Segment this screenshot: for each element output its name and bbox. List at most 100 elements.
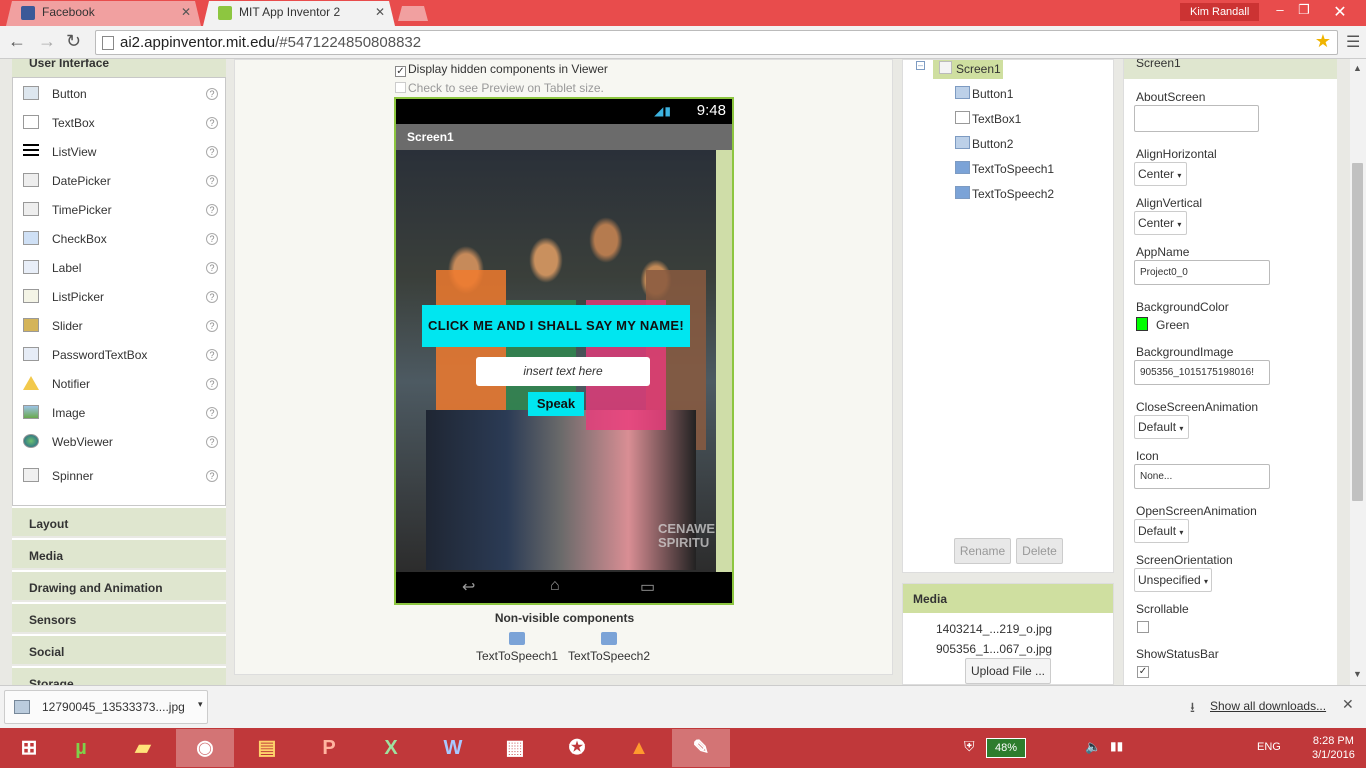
palette-item-listpicker[interactable]: ListPicker? [13,282,225,311]
forward-icon[interactable]: → [38,31,56,52]
address-bar[interactable]: ai2.appinventor.mit.edu/#547122485080883… [95,30,1338,55]
scroll-down-icon[interactable]: ▼ [1353,669,1362,679]
palette-item-passwordtextbox[interactable]: PasswordTextBox? [13,340,225,369]
help-icon[interactable]: ? [206,470,218,482]
close-window-icon[interactable]: ✕ [1326,2,1354,22]
language-indicator[interactable]: ENG [1257,741,1281,753]
palette-drawer-social[interactable]: Social [12,634,226,664]
help-icon[interactable]: ? [206,378,218,390]
network-icon[interactable]: ▮▮ [1110,739,1123,753]
help-icon[interactable]: ? [206,146,218,158]
maximize-icon[interactable]: ❐ [1290,2,1318,18]
help-icon[interactable]: ? [206,262,218,274]
help-icon[interactable]: ? [206,204,218,216]
file-explorer-icon[interactable]: ▤ [238,729,296,767]
close-icon[interactable]: ✕ [181,5,191,19]
nonvisible-item[interactable]: TextToSpeech1 [472,632,562,663]
paint-icon[interactable]: ✎ [672,729,730,767]
back-icon[interactable]: ← [8,31,26,52]
palette-item-timepicker[interactable]: TimePicker? [13,195,225,224]
utorrent-icon[interactable]: µ [52,729,110,767]
appname-field[interactable]: Project0_0 [1134,260,1270,285]
new-tab-button[interactable] [398,6,428,21]
screen-orientation-dropdown[interactable]: Unspecified ▾ [1134,568,1212,592]
menu-icon[interactable]: ☰ [1346,32,1360,52]
counter-strike-icon[interactable]: ✪ [548,729,606,767]
palette-item-image[interactable]: Image? [13,398,225,427]
volume-icon[interactable]: 🔈 [1085,739,1101,755]
align-horizontal-dropdown[interactable]: Center ▾ [1134,162,1187,186]
help-icon[interactable]: ? [206,117,218,129]
vlc-icon[interactable]: ▲ [610,729,668,767]
chrome-icon[interactable]: ◉ [176,729,234,767]
palette-drawer-storage[interactable]: Storage [12,666,226,685]
align-vertical-dropdown[interactable]: Center ▾ [1134,211,1187,235]
background-image-field[interactable]: 905356_1015175198016! [1134,360,1270,385]
reload-icon[interactable]: ↻ [66,31,81,52]
rename-button[interactable]: Rename [954,538,1011,564]
shield-icon[interactable]: ⛨ [964,738,975,755]
palette-drawer-drawing[interactable]: Drawing and Animation [12,570,226,600]
screen-canvas[interactable]: CENAWE SPIRITU CLICK ME AND I SHALL SAY … [396,150,732,572]
palette-item-slider[interactable]: Slider? [13,311,225,340]
tablet-preview-checkbox[interactable]: Check to see Preview on Tablet size. [395,81,604,95]
color-swatch[interactable] [1136,317,1148,331]
media-file[interactable]: 1403214_...219_o.jpg [936,622,1052,636]
close-icon[interactable]: ✕ [1342,696,1354,713]
windows-start-icon[interactable]: ⊞ [0,729,58,767]
palette-item-webviewer[interactable]: WebViewer? [13,427,225,456]
close-animation-dropdown[interactable]: Default ▾ [1134,415,1189,439]
nonvisible-item[interactable]: TextToSpeech2 [564,632,654,663]
collapse-icon[interactable]: – [916,61,925,70]
page-scrollbar[interactable]: ▲ ▼ [1350,59,1366,685]
tab-app-inventor[interactable]: MIT App Inventor 2 ✕ [203,1,395,26]
battery-indicator[interactable]: 48% [986,738,1026,758]
sticky-notes-icon[interactable]: ▰ [114,729,172,767]
close-icon[interactable]: ✕ [375,5,385,19]
word-icon[interactable]: W [424,729,482,767]
show-hidden-checkbox[interactable]: ✓ Display hidden components in Viewer [395,62,608,77]
scrollable-checkbox[interactable] [1137,621,1149,633]
palette-item-button[interactable]: Button? [13,79,225,108]
palette-drawer-media[interactable]: Media [12,538,226,568]
media-file[interactable]: 905356_1...067_o.jpg [936,642,1052,656]
help-icon[interactable]: ? [206,349,218,361]
powerpoint-icon[interactable]: P [300,729,358,767]
palette-item-listview[interactable]: ListView? [13,137,225,166]
calculator-icon[interactable]: ▦ [486,729,544,767]
excel-icon[interactable]: X [362,729,420,767]
upload-file-button[interactable]: Upload File ... [965,658,1051,684]
palette-drawer-user-interface[interactable]: User Interface [12,59,226,77]
button1-preview[interactable]: CLICK ME AND I SHALL SAY MY NAME! [422,305,690,347]
about-screen-field[interactable] [1134,105,1259,132]
scrollbar-thumb[interactable] [1352,163,1363,501]
palette-item-spinner[interactable]: Spinner? [13,461,225,490]
help-icon[interactable]: ? [206,233,218,245]
delete-button[interactable]: Delete [1016,538,1063,564]
tab-facebook[interactable]: Facebook ✕ [6,1,201,26]
show-status-bar-checkbox[interactable]: ✓ [1137,666,1149,678]
show-all-downloads-link[interactable]: Show all downloads... [1210,699,1326,713]
palette-item-notifier[interactable]: Notifier? [13,369,225,398]
help-icon[interactable]: ? [206,436,218,448]
scroll-up-icon[interactable]: ▲ [1353,63,1362,73]
open-animation-dropdown[interactable]: Default ▾ [1134,519,1189,543]
palette-item-checkbox[interactable]: CheckBox? [13,224,225,253]
palette-drawer-sensors[interactable]: Sensors [12,602,226,632]
bookmark-star-icon[interactable]: ★ [1315,31,1331,52]
help-icon[interactable]: ? [206,320,218,332]
textbox1-preview[interactable]: insert text here [476,357,650,386]
bgcolor-value[interactable]: Green [1156,318,1189,332]
palette-item-textbox[interactable]: TextBox? [13,108,225,137]
button2-preview[interactable]: Speak [528,392,584,416]
clock[interactable]: 8:28 PM 3/1/2016 [1312,734,1355,762]
palette-item-label[interactable]: Label? [13,253,225,282]
tree-node-screen1[interactable]: Screen1 [933,60,1003,79]
help-icon[interactable]: ? [206,175,218,187]
icon-field[interactable]: None... [1134,464,1270,489]
help-icon[interactable]: ? [206,291,218,303]
download-item[interactable]: 12790045_13533373....jpg ▾ [4,690,208,724]
help-icon[interactable]: ? [206,88,218,100]
palette-item-datepicker[interactable]: DatePicker? [13,166,225,195]
profile-button[interactable]: Kim Randall [1180,3,1260,21]
